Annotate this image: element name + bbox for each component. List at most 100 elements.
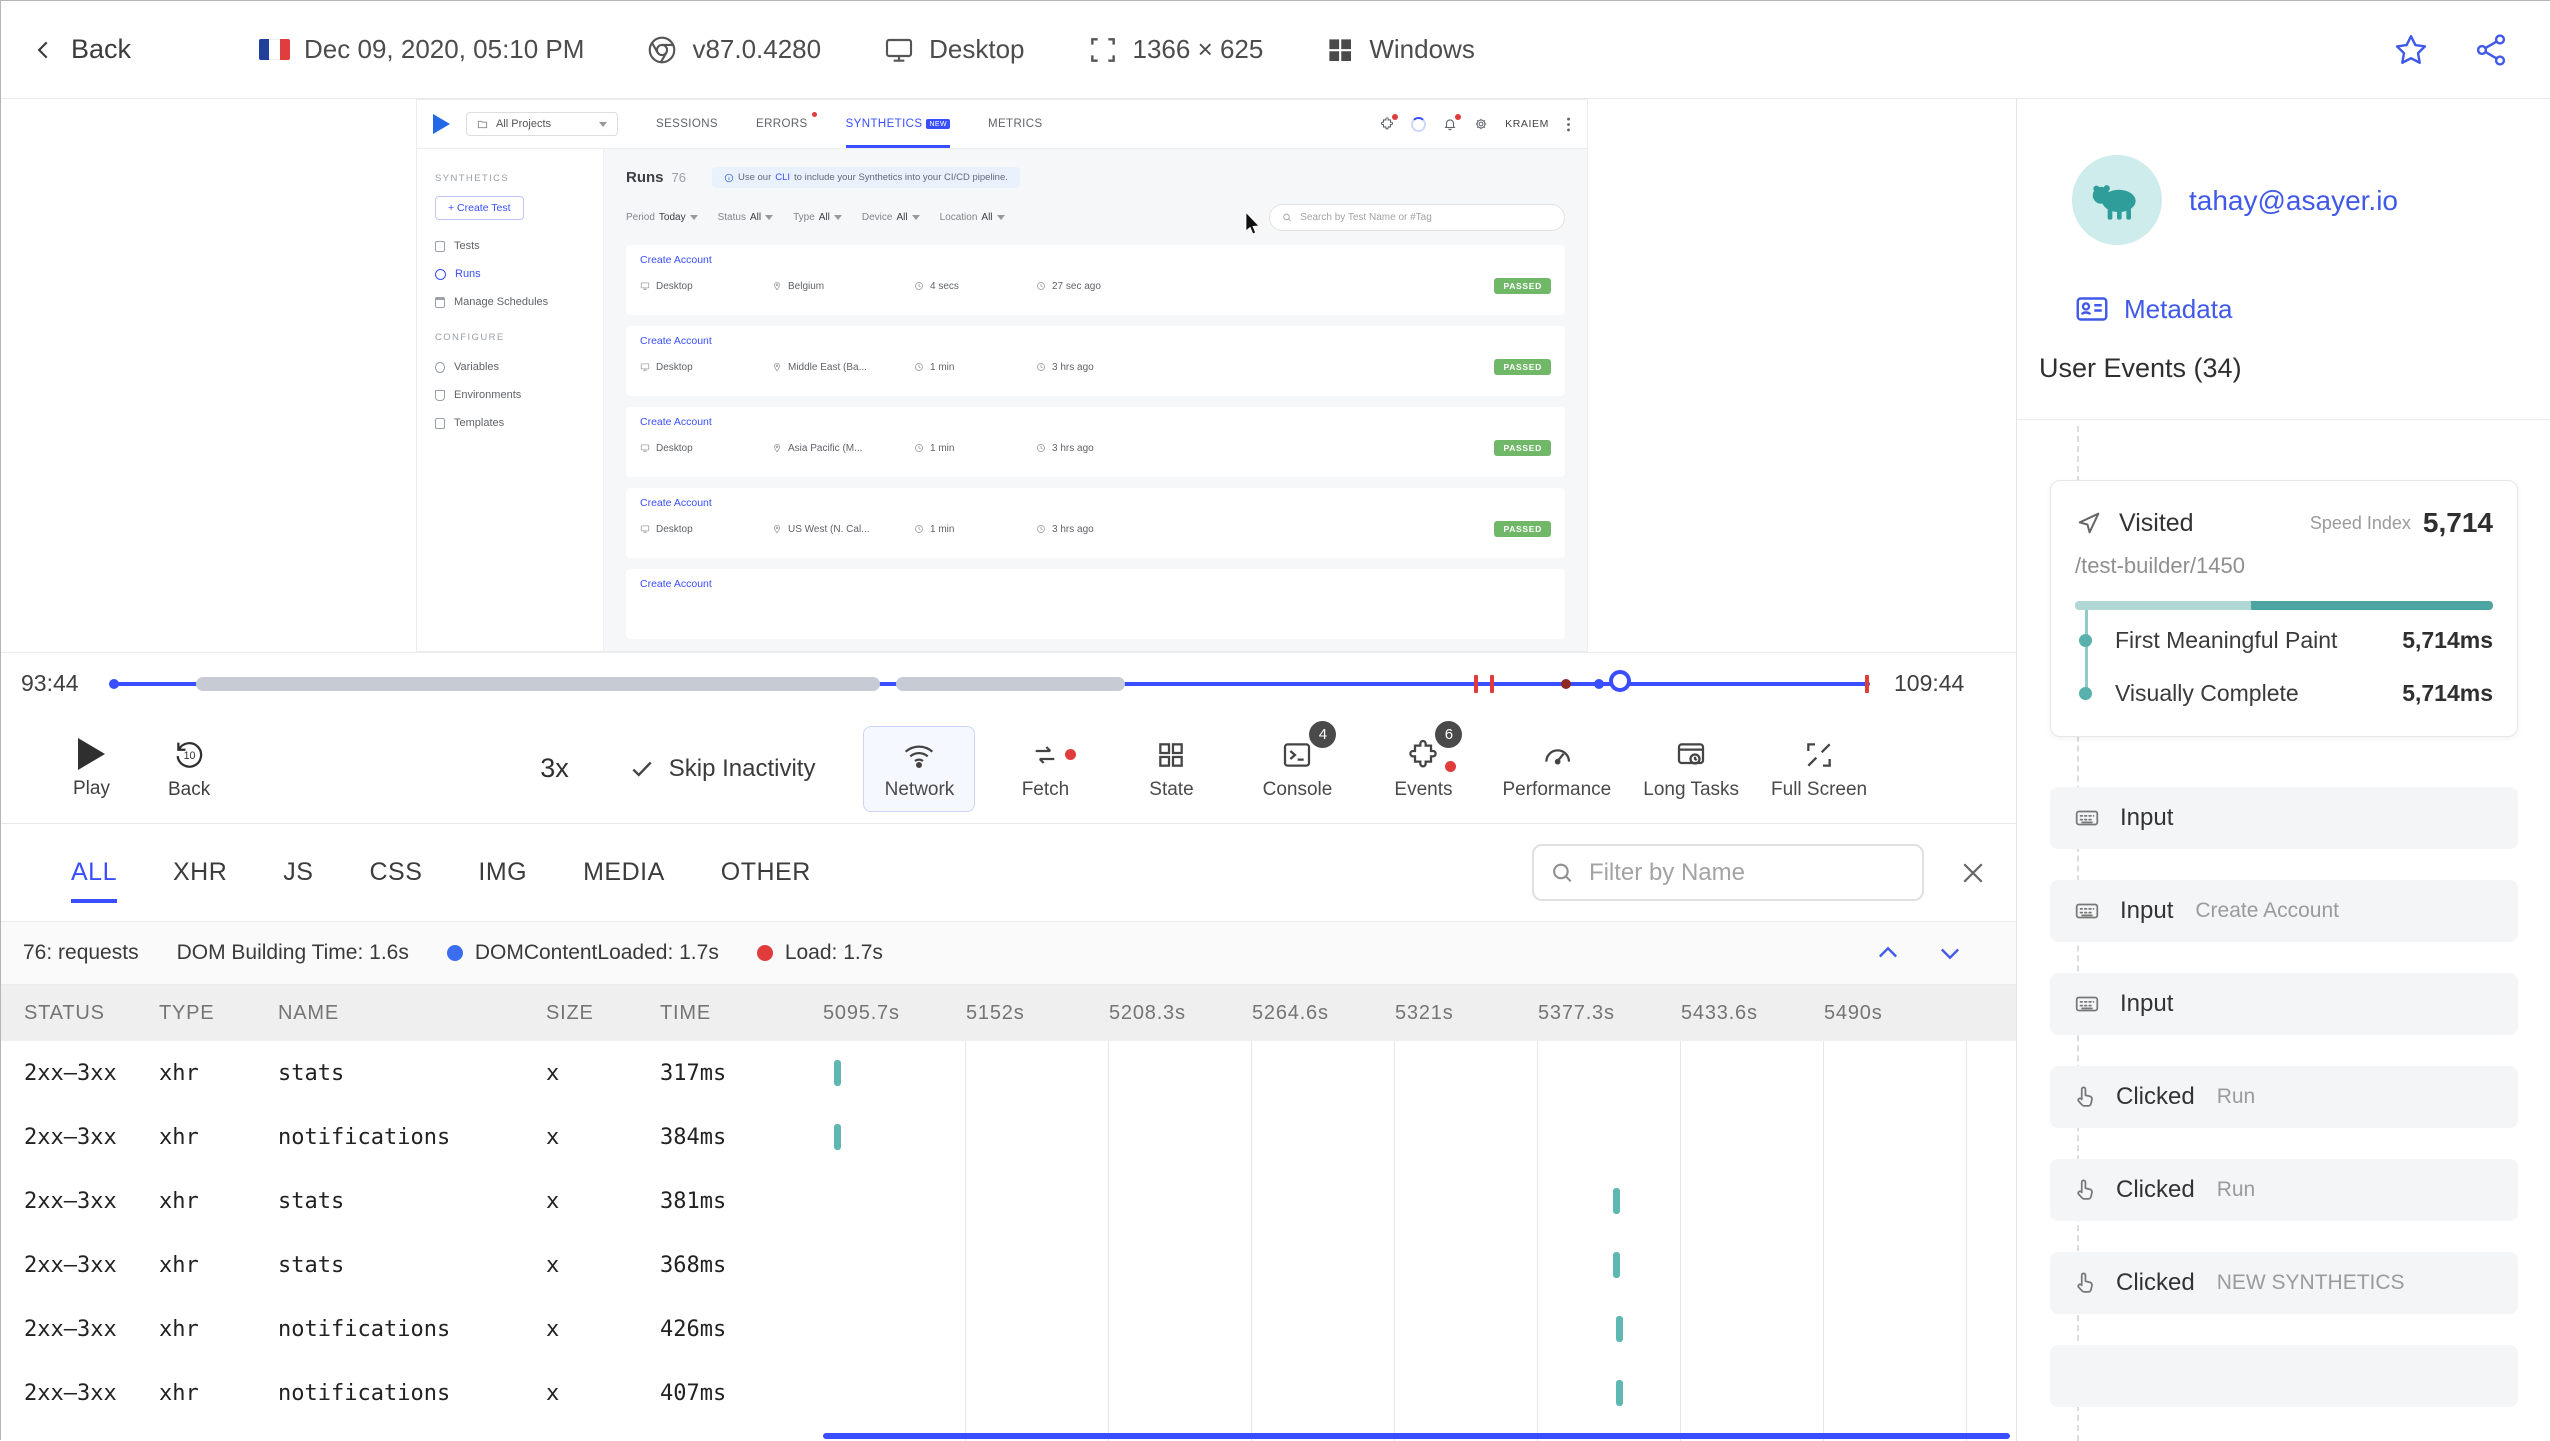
app-search-box[interactable] xyxy=(1269,204,1565,231)
app-search-input[interactable] xyxy=(1300,212,1552,223)
app-project-selector[interactable]: All Projects xyxy=(466,112,618,136)
timeline-event-marker[interactable] xyxy=(1593,679,1604,689)
jump-previous-icon[interactable] xyxy=(1874,939,1902,967)
run-card[interactable]: Create Account Desktop Belgium 4 secs 27… xyxy=(626,245,1565,315)
network-tab[interactable]: IMG xyxy=(478,858,527,887)
back-10-button[interactable]: 10 Back xyxy=(168,737,210,801)
app-sidebar-item[interactable]: Variables xyxy=(435,353,603,381)
network-filter-input[interactable] xyxy=(1588,858,1906,887)
full-screen-button[interactable]: Full Screen xyxy=(1762,726,1876,812)
app-tab-sessions[interactable]: SESSIONS xyxy=(656,100,718,148)
request-timing-bar xyxy=(833,1060,841,1086)
speed-toggle[interactable]: 3x xyxy=(540,753,569,784)
network-request-row[interactable]: 2xx–3xx xhr stats x 381ms xyxy=(1,1169,2016,1233)
user-event-card[interactable]: Clicked Run xyxy=(2050,1066,2518,1128)
network-tab[interactable]: JS xyxy=(283,858,313,887)
create-test-button[interactable]: + Create Test xyxy=(435,196,524,220)
app-sidebar-item[interactable]: Runs xyxy=(435,260,603,288)
state-panel-button[interactable]: State xyxy=(1115,726,1227,812)
user-event-card[interactable]: Input Create Account xyxy=(2050,880,2518,942)
long-tasks-panel-button[interactable]: Long Tasks xyxy=(1634,726,1748,812)
app-sidebar-item[interactable]: Tests xyxy=(435,232,603,260)
run-name-link[interactable]: Create Account xyxy=(640,254,712,266)
network-request-row[interactable]: 2xx–3xx xhr stats x 317ms xyxy=(1,1041,2016,1105)
run-card[interactable]: Create Account Desktop Middle East (Ba..… xyxy=(626,326,1565,396)
app-user-menu[interactable]: KRAIEM xyxy=(1505,118,1549,130)
network-request-row[interactable]: 2xx–3xx xhr notifications x 426ms xyxy=(1,1297,2016,1361)
app-filter-dropdown[interactable]: Location All xyxy=(940,212,1005,223)
gear-icon[interactable] xyxy=(1474,117,1488,131)
app-tab-metrics[interactable]: METRICS xyxy=(988,100,1043,148)
visited-event-card[interactable]: Visited Speed Index 5,714 /test-builder/… xyxy=(2050,480,2518,737)
event-label: Input xyxy=(2120,897,2174,924)
app-filter-dropdown[interactable]: Period Today xyxy=(626,212,698,223)
request-timing-bar xyxy=(1613,1188,1621,1214)
app-filter-dropdown[interactable]: Type All xyxy=(793,212,842,223)
network-request-row[interactable]: 2xx–3xx xhr notifications x 384ms xyxy=(1,1105,2016,1169)
skip-inactivity-toggle[interactable]: Skip Inactivity xyxy=(629,755,815,783)
app-filter-dropdown[interactable]: Status All xyxy=(718,212,774,223)
network-tab[interactable]: MEDIA xyxy=(583,858,665,887)
cli-link[interactable]: CLI xyxy=(775,172,790,183)
run-card[interactable]: Create Account Desktop Asia Pacific (M..… xyxy=(626,407,1565,477)
column-header: TYPE xyxy=(159,1001,215,1024)
play-button[interactable]: Play xyxy=(73,737,110,800)
network-tab[interactable]: XHR xyxy=(173,858,227,887)
events-panel-button[interactable]: 6 Events xyxy=(1367,720,1479,812)
user-event-card[interactable]: Input xyxy=(2050,973,2518,1035)
network-tab[interactable]: ALL xyxy=(71,858,117,903)
app-sidebar-item[interactable]: Templates xyxy=(435,409,603,437)
back-button[interactable]: Back xyxy=(31,34,131,65)
fetch-arrows-icon xyxy=(1036,745,1055,764)
timeline-event-marker[interactable] xyxy=(1490,675,1495,693)
console-panel-button[interactable]: 4 Console xyxy=(1241,720,1353,812)
run-name-link[interactable]: Create Account xyxy=(640,578,712,590)
speed-index-value: 5,714 xyxy=(2422,507,2493,538)
load-dot xyxy=(756,945,773,961)
share-icon[interactable] xyxy=(2473,32,2509,68)
domcontentloaded-label: DOMContentLoaded: 1.7s xyxy=(474,941,719,964)
clock-icon xyxy=(1037,525,1045,533)
run-name-link[interactable]: Create Account xyxy=(640,335,712,347)
alert-dot xyxy=(1065,748,1077,760)
network-wifi-icon xyxy=(905,744,934,768)
user-event-card[interactable]: Clicked NEW SYNTHETICS xyxy=(2050,1252,2518,1314)
app-sidebar-item[interactable]: Environments xyxy=(435,381,603,409)
metric-row: First Meaningful Paint 5,714ms xyxy=(2079,614,2493,667)
waterfall-lane xyxy=(823,1041,2013,1105)
fetch-panel-button[interactable]: Fetch xyxy=(989,726,1101,812)
app-filter-dropdown[interactable]: Device All xyxy=(862,212,920,223)
favorite-star-icon[interactable] xyxy=(2393,32,2429,68)
timeline-track[interactable] xyxy=(109,665,1870,703)
user-event-card[interactable]: Input xyxy=(2050,787,2518,849)
page-load-progress-bar xyxy=(2075,601,2493,610)
performance-panel-button[interactable]: Performance xyxy=(1493,726,1620,812)
app-tab-errors[interactable]: ERRORS xyxy=(756,100,817,148)
close-panel-icon[interactable] xyxy=(1958,858,1988,888)
run-name-link[interactable]: Create Account xyxy=(640,416,712,428)
network-tab[interactable]: CSS xyxy=(369,858,422,887)
kebab-menu-icon[interactable] xyxy=(1566,117,1571,132)
run-name-link[interactable]: Create Account xyxy=(640,497,712,509)
timeline-event-marker[interactable] xyxy=(1474,675,1479,693)
chevron-down-icon xyxy=(911,215,920,220)
timeline-event-marker[interactable] xyxy=(1560,679,1571,689)
network-panel-button[interactable]: Network xyxy=(863,725,976,812)
waterfall-scrollbar[interactable] xyxy=(823,1433,2010,1439)
network-request-row[interactable]: 2xx–3xx xhr notifications x 407ms xyxy=(1,1361,2016,1425)
run-card[interactable]: Create Account Desktop US West (N. Cal..… xyxy=(626,488,1565,558)
jump-next-icon[interactable] xyxy=(1936,939,1964,967)
network-tab[interactable]: OTHER xyxy=(721,858,811,887)
metadata-button[interactable]: Metadata xyxy=(2074,291,2232,327)
run-card[interactable]: Create Account xyxy=(626,569,1565,639)
user-event-card-partial[interactable] xyxy=(2050,1345,2518,1407)
puzzle-icon[interactable] xyxy=(1380,114,1399,131)
user-event-card[interactable]: Clicked Run xyxy=(2050,1159,2518,1221)
app-sidebar-item[interactable]: Manage Schedules xyxy=(435,288,603,316)
playhead-knob[interactable] xyxy=(1609,670,1632,692)
network-filter-box[interactable] xyxy=(1532,844,1924,901)
network-request-row[interactable]: 2xx–3xx xhr stats x 368ms xyxy=(1,1233,2016,1297)
bell-icon[interactable] xyxy=(1443,114,1462,131)
timeline-event-marker[interactable] xyxy=(1864,675,1869,693)
app-tab-synthetics[interactable]: SYNTHETICS NEW xyxy=(846,100,950,148)
